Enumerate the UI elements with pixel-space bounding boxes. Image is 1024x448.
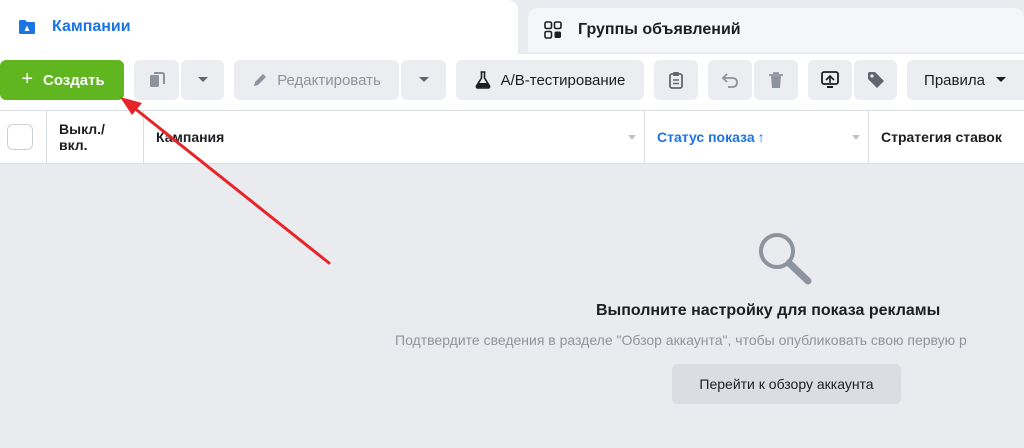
export-button[interactable] [808,60,852,100]
empty-state-title: Выполните настройку для показа рекламы [596,302,941,319]
flask-icon [475,71,491,89]
column-header-campaign-label: Кампания [156,129,225,145]
tab-adsets-label: Группы объявлений [578,21,741,38]
column-header-campaign[interactable]: Кампания [144,111,645,163]
edit-button-label: Редактировать [277,71,381,89]
select-all-cell [0,111,47,163]
rules-button[interactable]: Правила [907,60,1024,100]
undo-icon [721,72,739,88]
undo-button[interactable] [708,60,752,100]
delete-button[interactable] [754,60,798,100]
column-menu-caret-icon[interactable] [852,135,860,140]
tab-bar: Кампании Группы объявлений [0,0,1024,54]
grid-icon [542,19,564,41]
tag-icon [867,71,885,89]
ab-test-button-label: A/B-тестирование [500,71,626,89]
sort-up-arrow-icon: ↑ [757,129,765,145]
tab-campaigns-label: Кампании [52,18,131,35]
duplicate-dropdown-button[interactable] [181,60,224,100]
column-header-status-label: Статус показа [657,129,755,145]
empty-state: Выполните настройку для показа рекламы П… [0,164,1024,448]
tab-campaigns[interactable]: Кампании [0,0,518,54]
column-header-onoff[interactable]: Выкл./ вкл. [47,111,144,163]
edit-button[interactable]: Редактировать [234,60,399,100]
trash-icon [768,71,784,89]
caret-down-icon [995,76,1007,84]
select-all-checkbox[interactable] [7,124,33,150]
tag-button[interactable] [854,60,897,100]
ab-test-button[interactable]: A/B-тестирование [456,60,644,100]
column-menu-caret-icon[interactable] [628,135,636,140]
caret-down-icon [418,76,430,84]
copy-icon [148,71,166,89]
duplicate-button[interactable] [134,60,179,100]
tab-adsets[interactable]: Группы объявлений [528,8,1024,52]
empty-state-subtitle: Подтвердите сведения в разделе "Обзор ак… [395,332,967,348]
rules-button-label: Правила [924,71,985,89]
search-icon [756,230,816,293]
create-button[interactable]: + Создать [0,60,124,100]
go-to-account-overview-button[interactable]: Перейти к обзору аккаунта [672,364,901,404]
clipboard-button[interactable] [654,60,698,100]
column-header-strategy-label: Стратегия ставок [881,129,1002,145]
column-header-status[interactable]: Статус показа ↑ [645,111,869,163]
toolbar: + Создать Редактировать A/B-тестирование [0,54,1024,110]
folder-flag-icon [16,16,38,38]
create-button-label: Создать [43,71,105,89]
plus-icon: + [21,67,33,90]
pencil-icon [252,72,268,88]
edit-dropdown-button[interactable] [401,60,446,100]
caret-down-icon [197,76,209,84]
export-icon [821,71,839,89]
clipboard-icon [668,71,684,89]
table-header: Выкл./ вкл. Кампания Статус показа ↑ Стр… [0,110,1024,164]
column-header-strategy[interactable]: Стратегия ставок [869,111,1024,163]
